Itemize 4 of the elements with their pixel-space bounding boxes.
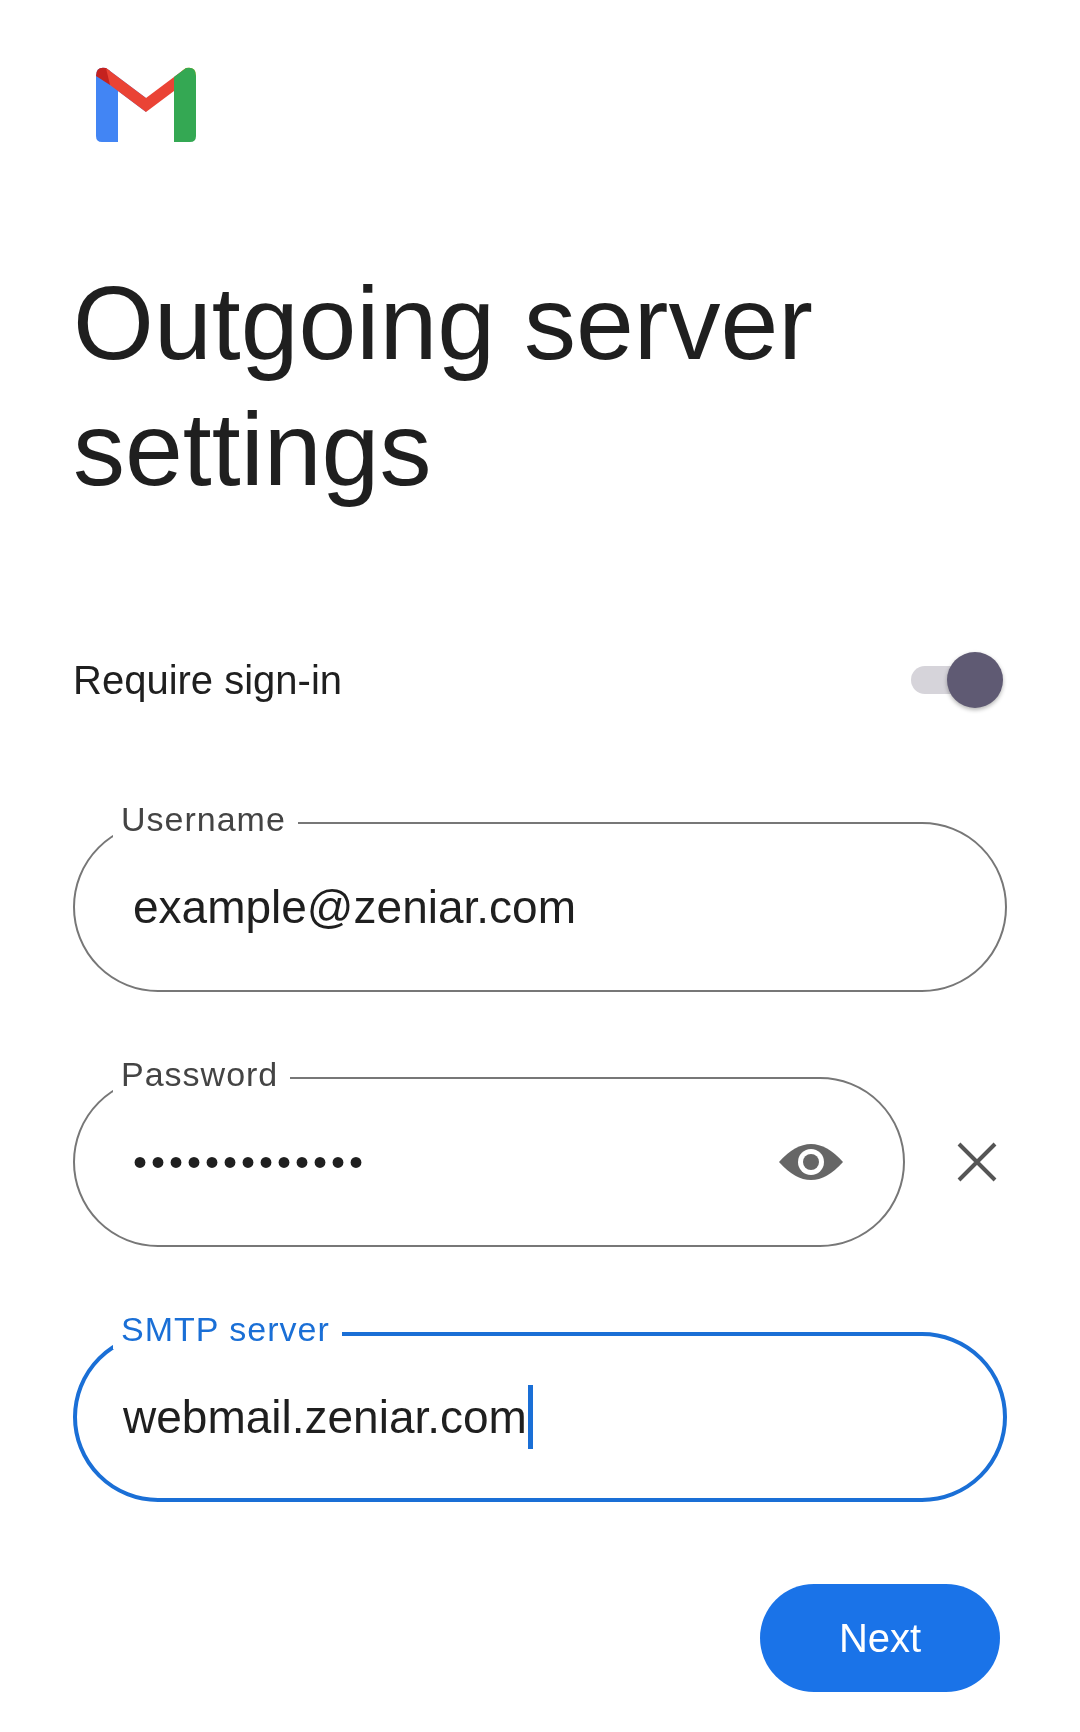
text-cursor <box>527 1385 533 1449</box>
setting-label: Require sign-in <box>73 657 343 703</box>
next-button[interactable]: Next <box>760 1584 1000 1692</box>
page-title: Outgoing server settings <box>73 264 814 509</box>
